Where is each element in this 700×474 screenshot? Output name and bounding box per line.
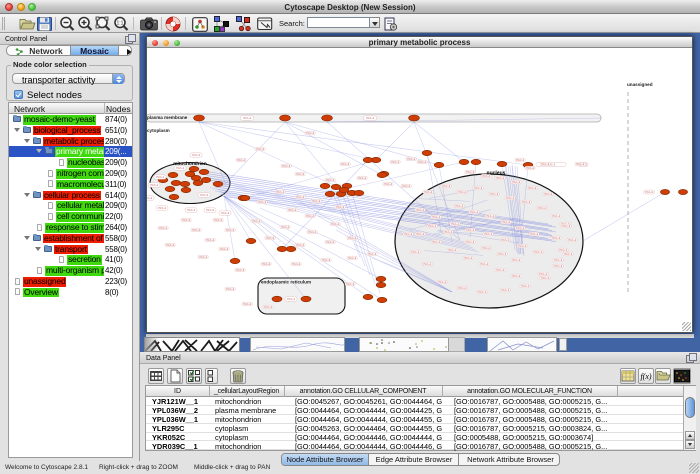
svg-text:1:1: 1:1 bbox=[117, 21, 124, 27]
